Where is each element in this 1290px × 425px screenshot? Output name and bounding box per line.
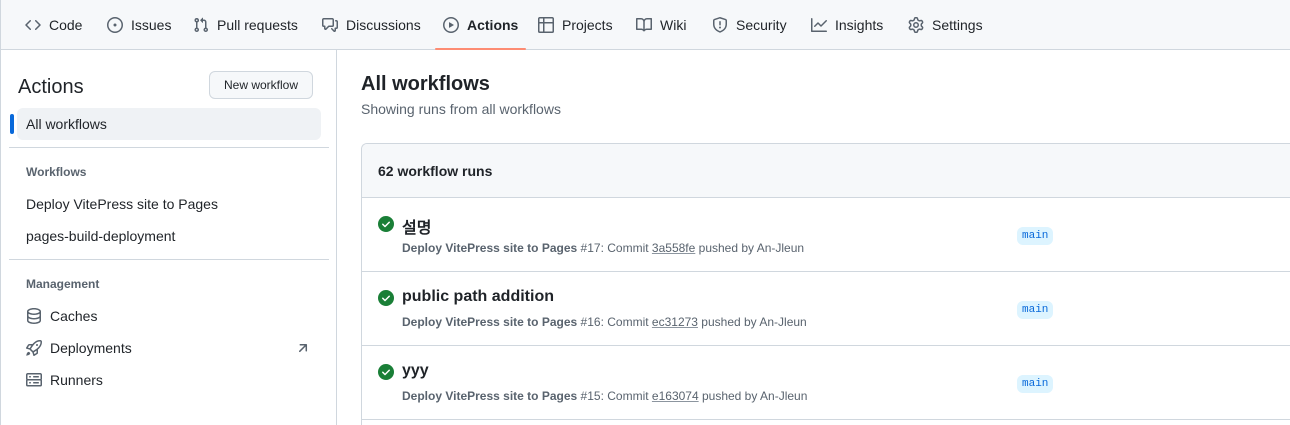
sidebar-item-runners[interactable]: Runners — [17, 364, 321, 396]
commit-sha-link[interactable]: ec31273 — [652, 315, 698, 329]
tab-code-label: Code — [49, 17, 83, 33]
check-circle-fill-icon — [378, 290, 394, 306]
play-icon — [443, 17, 459, 33]
tab-settings[interactable]: Settings — [900, 0, 991, 50]
table-icon — [538, 17, 554, 33]
graph-icon — [811, 18, 827, 32]
tab-discussions[interactable]: Discussions — [314, 0, 429, 50]
pushed-by: pushed by An-Jleun — [697, 315, 807, 329]
run-number: #17 — [580, 241, 601, 255]
workflow-run-title[interactable]: yyy — [402, 362, 429, 380]
main-content: All workflows Showing runs from all work… — [337, 50, 1290, 425]
sidebar-item-pages-build-deployment[interactable]: pages-build-deployment — [17, 220, 321, 252]
book-icon — [636, 17, 652, 32]
check-circle-fill-icon — [378, 216, 394, 232]
tab-security-label: Security — [736, 17, 787, 33]
branch-badge[interactable]: main — [1017, 301, 1054, 319]
code-icon — [25, 19, 41, 31]
tab-settings-label: Settings — [932, 17, 983, 33]
rocket-icon — [26, 340, 42, 356]
commit-sha-link[interactable]: 3a558fe — [652, 241, 695, 255]
workflow-runs-count: 62 workflow runs — [362, 144, 1290, 198]
gear-icon — [908, 17, 924, 33]
workflows-heading: Workflows — [26, 165, 87, 179]
workflow-run-meta: Deploy VitePress site to Pages #17: Comm… — [402, 241, 804, 255]
selected-item-marker — [10, 114, 14, 134]
tab-security[interactable]: Security — [704, 0, 795, 50]
server-icon — [26, 373, 42, 387]
check-circle-fill-icon — [378, 364, 394, 380]
issue-opened-icon — [107, 17, 123, 33]
tab-actions-label: Actions — [467, 17, 519, 33]
sidebar-item-label: Runners — [50, 372, 103, 388]
tab-projects-label: Projects — [562, 17, 613, 33]
workflow-name: Deploy VitePress site to Pages — [402, 241, 578, 255]
run-number: #15 — [580, 389, 601, 403]
arrow-up-right-icon — [298, 344, 308, 353]
workflow-runs-list: 62 workflow runs 설명 Deploy VitePress sit… — [361, 143, 1290, 425]
sidebar-title: Actions — [18, 76, 84, 98]
management-heading: Management — [26, 277, 100, 291]
pushed-by: pushed by An-Jleun — [695, 241, 805, 255]
tab-pull-requests[interactable]: Pull requests — [185, 0, 306, 50]
tab-projects[interactable]: Projects — [530, 0, 621, 50]
repo-nav: Code Issues Pull requests Discussions Ac… — [0, 0, 1290, 50]
branch-badge[interactable]: main — [1017, 375, 1054, 393]
sidebar-item-label: All workflows — [26, 116, 107, 132]
page-title: All workflows — [361, 73, 490, 95]
tab-wiki-label: Wiki — [660, 17, 687, 33]
new-workflow-button[interactable]: New workflow — [209, 71, 313, 99]
tab-issues-label: Issues — [131, 17, 172, 33]
actions-sidebar: Actions New workflow All workflows Workf… — [0, 50, 337, 425]
workflow-run-title[interactable]: public path addition — [402, 288, 554, 306]
tab-pull-requests-label: Pull requests — [217, 17, 298, 33]
workflow-run-meta: Deploy VitePress site to Pages #15: Comm… — [402, 389, 807, 403]
sidebar-item-caches[interactable]: Caches — [17, 300, 321, 332]
sidebar-divider — [9, 259, 329, 260]
sidebar-item-all-workflows[interactable]: All workflows — [10, 108, 321, 140]
sidebar-item-label: Deploy VitePress site to Pages — [26, 196, 218, 212]
workflow-run-row[interactable]: 설명 Deploy VitePress site to Pages #17: C… — [362, 198, 1290, 272]
shield-icon — [713, 17, 727, 33]
tab-issues[interactable]: Issues — [99, 0, 179, 50]
commit-sha-link[interactable]: e163074 — [652, 389, 699, 403]
tab-insights[interactable]: Insights — [803, 0, 891, 50]
comment-discussion-icon — [322, 18, 338, 32]
sidebar-item-label: Deployments — [50, 340, 132, 356]
tab-wiki[interactable]: Wiki — [628, 0, 694, 50]
run-number: #16 — [580, 315, 601, 329]
tab-actions[interactable]: Actions — [435, 0, 527, 50]
workflow-run-title[interactable]: 설명 — [402, 214, 431, 238]
sidebar-item-deploy-vitepress[interactable]: Deploy VitePress site to Pages — [17, 188, 321, 220]
sidebar-item-label: Caches — [50, 308, 98, 324]
workflow-name: Deploy VitePress site to Pages — [402, 315, 578, 329]
commit-prefix: : Commit — [600, 389, 652, 403]
workflow-run-row[interactable]: public path addition Deploy VitePress si… — [362, 272, 1290, 346]
sidebar-divider — [9, 147, 329, 148]
workflow-run-meta: Deploy VitePress site to Pages #16: Comm… — [402, 315, 807, 329]
git-pull-request-icon — [194, 17, 209, 33]
tab-discussions-label: Discussions — [346, 17, 421, 33]
branch-badge[interactable]: main — [1017, 227, 1054, 245]
database-icon — [27, 308, 41, 324]
commit-prefix: : Commit — [600, 315, 652, 329]
tab-insights-label: Insights — [835, 17, 884, 33]
sidebar-item-label: pages-build-deployment — [26, 228, 176, 244]
commit-prefix: : Commit — [600, 241, 652, 255]
page-subtitle: Showing runs from all workflows — [361, 101, 561, 117]
workflow-name: Deploy VitePress site to Pages — [402, 389, 578, 403]
tab-code[interactable]: Code — [17, 0, 90, 50]
workflow-run-row[interactable]: yyy Deploy VitePress site to Pages #15: … — [362, 346, 1290, 420]
pushed-by: pushed by An-Jleun — [698, 389, 808, 403]
sidebar-item-deployments[interactable]: Deployments — [17, 332, 321, 364]
